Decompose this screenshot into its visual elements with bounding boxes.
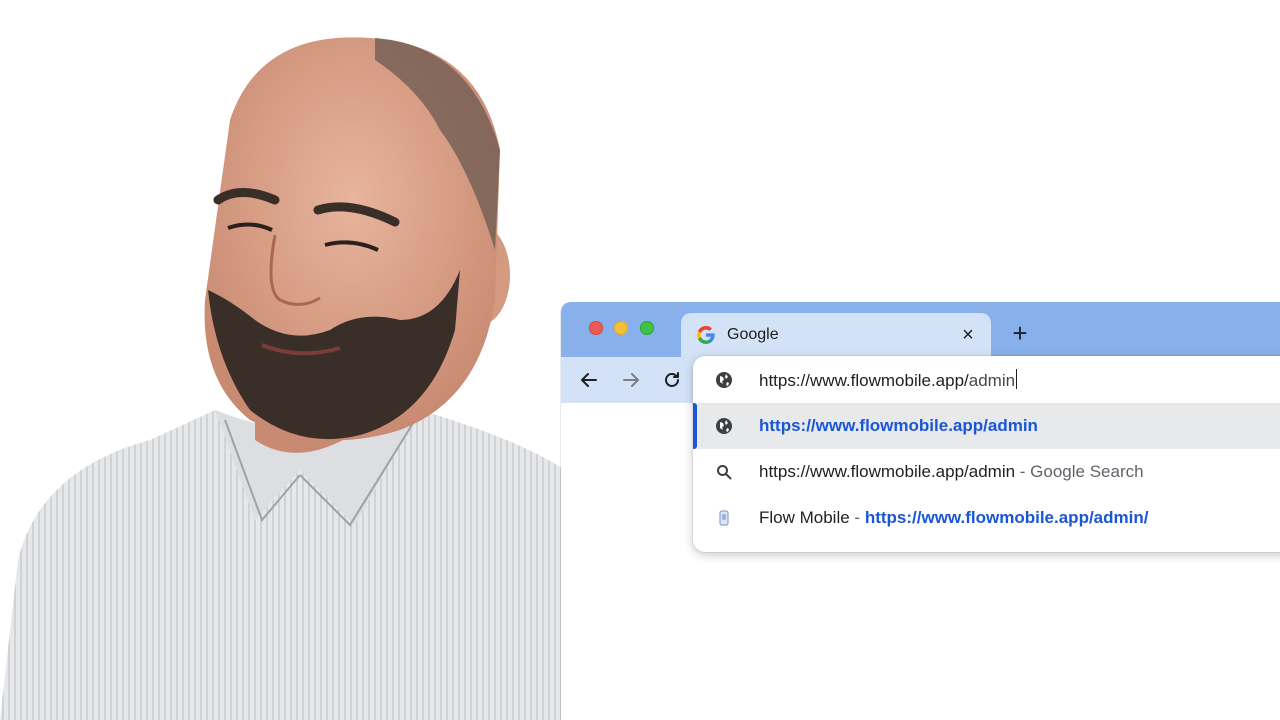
address-input-prefix: https://www.flowmobile.app/ [759, 371, 969, 390]
address-input-suffix: admin [968, 371, 1016, 390]
tab-strip: Google × + [561, 302, 1280, 357]
app-favicon-icon [713, 507, 735, 529]
tab-title: Google [727, 326, 779, 343]
suggestion-search-text: https://www.flowmobile.app/admin - Googl… [759, 461, 1144, 483]
minimize-window-button[interactable] [614, 321, 628, 335]
tab-google[interactable]: Google × [681, 313, 991, 357]
back-arrow-icon[interactable] [577, 368, 601, 392]
presenter-photo [0, 37, 565, 720]
suggestion-bookmark[interactable]: Flow Mobile - https://www.flowmobile.app… [693, 495, 1280, 541]
suggestion-url-text: https://www.flowmobile.app/admin [759, 416, 1038, 435]
stage: Google × + https://www.flowmobile.app/ad… [0, 0, 1280, 720]
suggestion-separator: - [849, 508, 865, 527]
omnibox-popup: https://www.flowmobile.app/admin https:/… [693, 356, 1280, 552]
suggestion-site-link: https://www.flowmobile.app/admin/ [864, 508, 1149, 527]
close-tab-icon[interactable]: × [957, 324, 979, 346]
close-window-button[interactable] [589, 321, 603, 335]
new-tab-button[interactable]: + [1008, 320, 1032, 346]
globe-icon [713, 369, 735, 391]
address-input[interactable]: https://www.flowmobile.app/admin [759, 369, 1018, 392]
suggestion-search[interactable]: https://www.flowmobile.app/admin - Googl… [693, 449, 1280, 495]
maximize-window-button[interactable] [640, 321, 654, 335]
search-icon [713, 461, 735, 483]
selection-indicator [693, 403, 697, 449]
forward-arrow-icon[interactable] [619, 368, 643, 392]
suggestion-search-suffix: - Google Search [1015, 462, 1144, 481]
globe-icon [713, 415, 735, 437]
suggestion-site-name: Flow Mobile [759, 508, 850, 527]
suggestion-bookmark-text: Flow Mobile - https://www.flowmobile.app… [759, 507, 1148, 529]
suggestion-url[interactable]: https://www.flowmobile.app/admin [693, 403, 1280, 449]
address-bar[interactable]: https://www.flowmobile.app/admin [693, 356, 1280, 403]
reload-icon[interactable] [660, 368, 684, 392]
suggestion-search-query: https://www.flowmobile.app/admin [759, 462, 1016, 481]
text-caret [1016, 369, 1018, 389]
google-g-icon [697, 326, 715, 344]
